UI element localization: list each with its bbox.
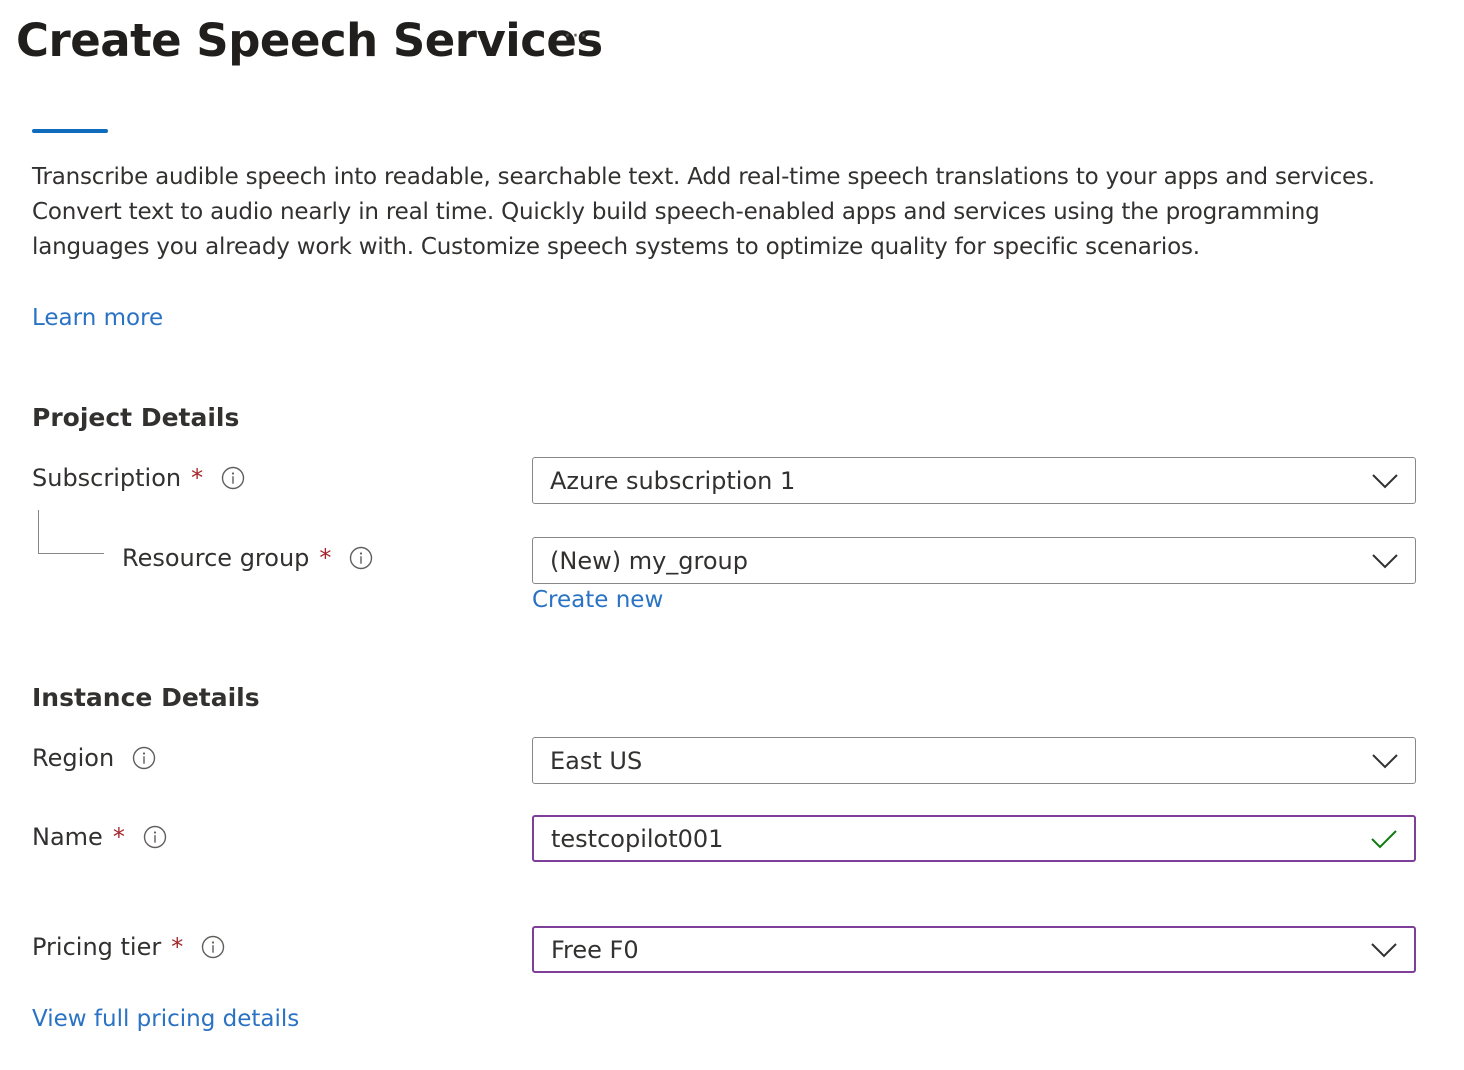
region-label-row: Region: [32, 744, 156, 772]
name-label-row: Name *: [32, 823, 167, 851]
info-icon[interactable]: [201, 935, 225, 959]
required-indicator: *: [171, 933, 184, 961]
required-indicator: *: [319, 544, 332, 572]
pricing-tier-dropdown[interactable]: Free F0: [532, 926, 1416, 973]
pricing-tier-value: Free F0: [551, 935, 639, 964]
resource-group-value: (New) my_group: [550, 546, 748, 575]
info-icon[interactable]: [132, 746, 156, 770]
subscription-value: Azure subscription 1: [550, 466, 796, 495]
name-value: testcopilot001: [551, 824, 724, 853]
chevron-down-icon: [1370, 936, 1398, 964]
region-value: East US: [550, 746, 643, 775]
region-label: Region: [32, 744, 115, 772]
name-input[interactable]: testcopilot001: [532, 815, 1416, 862]
tab-indicator: [32, 129, 108, 133]
chevron-down-icon: [1371, 467, 1399, 495]
resource-group-label-row: Resource group *: [122, 544, 373, 572]
chevron-down-icon: [1371, 547, 1399, 575]
create-new-link[interactable]: Create new: [532, 587, 663, 613]
subscription-dropdown[interactable]: Azure subscription 1: [532, 457, 1416, 504]
more-options-button[interactable]: ···: [564, 24, 588, 49]
subscription-label: Subscription: [32, 464, 182, 492]
tree-connector: [38, 510, 104, 554]
subscription-label-row: Subscription *: [32, 464, 245, 492]
info-icon[interactable]: [221, 466, 245, 490]
chevron-down-icon: [1371, 747, 1399, 775]
info-icon[interactable]: [143, 825, 167, 849]
info-icon[interactable]: [349, 546, 373, 570]
required-indicator: *: [112, 823, 125, 851]
pricing-tier-label-row: Pricing tier *: [32, 933, 225, 961]
project-details-heading: Project Details: [32, 403, 240, 432]
page-title: Create Speech Services: [16, 14, 603, 67]
resource-group-label: Resource group: [122, 544, 310, 572]
resource-group-dropdown[interactable]: (New) my_group: [532, 537, 1416, 584]
learn-more-link[interactable]: Learn more: [32, 305, 163, 331]
service-description: Transcribe audible speech into readable,…: [32, 164, 1375, 260]
instance-details-heading: Instance Details: [32, 683, 260, 712]
checkmark-icon: [1370, 825, 1398, 853]
region-dropdown[interactable]: East US: [532, 737, 1416, 784]
pricing-tier-label: Pricing tier: [32, 933, 162, 961]
name-label: Name: [32, 823, 103, 851]
view-pricing-details-link[interactable]: View full pricing details: [32, 1006, 299, 1032]
required-indicator: *: [191, 464, 204, 492]
